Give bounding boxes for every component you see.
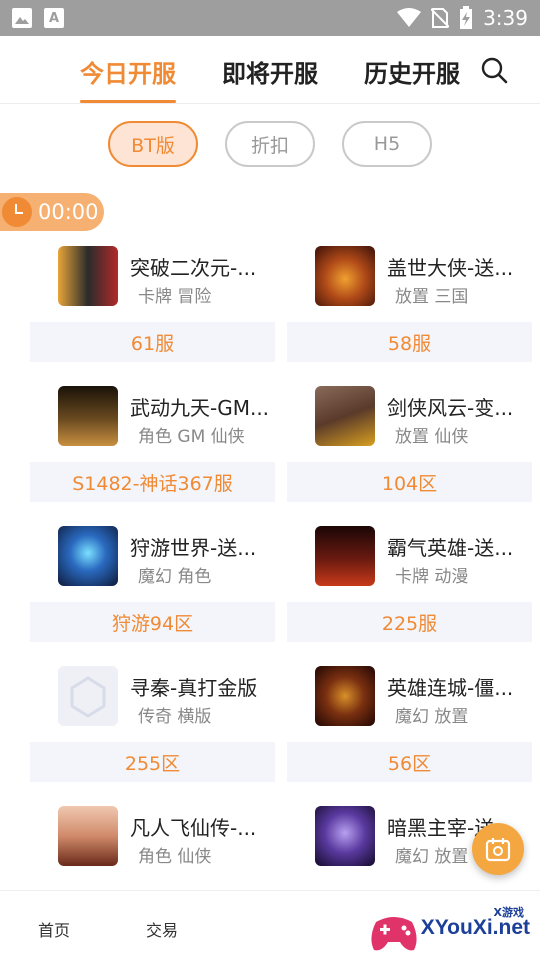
- game-name: 寻秦-真打金版: [130, 676, 258, 700]
- game-icon: [58, 246, 118, 306]
- gamepad-icon: [371, 917, 417, 951]
- game-icon: [315, 666, 375, 726]
- game-card[interactable]: 武动九天-GM... 角色 GM 仙侠 S1482-神话367服: [30, 386, 275, 506]
- server-label: S1482-神话367服: [30, 462, 275, 502]
- game-tags: 魔幻 角色: [138, 567, 212, 587]
- game-icon: [315, 806, 375, 866]
- game-card[interactable]: 突破二次元-... 卡牌 冒险 61服: [30, 246, 275, 366]
- server-label: 56区: [287, 742, 532, 782]
- game-tags: 魔幻 放置: [395, 707, 469, 727]
- game-tags: 角色 仙侠: [138, 847, 212, 867]
- game-card[interactable]: 寻秦-真打金版 传奇 横版 255区: [30, 666, 275, 786]
- filter-discount[interactable]: 折扣: [225, 121, 315, 167]
- active-tab-indicator: [80, 100, 176, 103]
- game-tags: 传奇 横版: [138, 707, 212, 727]
- clock-time: 3:39: [483, 6, 528, 30]
- game-tags: 放置 仙侠: [395, 427, 469, 447]
- game-name: 霸气英雄-送...: [387, 536, 514, 560]
- game-tags: 角色 GM 仙侠: [138, 427, 245, 447]
- image-icon: [12, 8, 32, 28]
- nav-home[interactable]: 首页: [38, 917, 70, 941]
- game-icon: [58, 526, 118, 586]
- tab-history[interactable]: 历史开服: [364, 54, 460, 89]
- game-tags: 放置 三国: [395, 287, 469, 307]
- game-icon: [58, 666, 118, 726]
- game-tags: 卡牌 冒险: [138, 287, 212, 307]
- game-card[interactable]: 盖世大侠-送... 放置 三国 58服: [287, 246, 532, 366]
- game-name: 突破二次元-...: [130, 256, 257, 280]
- tab-bar: 今日开服 即将开服 历史开服: [0, 36, 540, 104]
- game-card[interactable]: 狩游世界-送... 魔幻 角色 狩游94区: [30, 526, 275, 646]
- filter-bt[interactable]: BT版: [108, 121, 198, 167]
- game-icon: [58, 386, 118, 446]
- game-icon: [58, 806, 118, 866]
- no-sim-icon: [431, 8, 450, 28]
- server-label: 104区: [287, 462, 532, 502]
- font-icon: A: [44, 8, 64, 28]
- watermark-logo: X游戏 XYouXi.net: [362, 900, 540, 960]
- game-name: 剑侠风云-变...: [387, 396, 514, 420]
- calendar-fab[interactable]: [472, 823, 524, 875]
- game-tags: 卡牌 动漫: [395, 567, 469, 587]
- game-tags: 魔幻 放置: [395, 847, 469, 867]
- status-bar: A 3:39: [0, 0, 540, 36]
- game-card[interactable]: 英雄连城-僵... 魔幻 放置 56区: [287, 666, 532, 786]
- game-name: 武动九天-GM...: [130, 396, 270, 420]
- battery-charging-icon: [460, 6, 473, 29]
- game-name: 英雄连城-僵...: [387, 676, 514, 700]
- game-card[interactable]: 剑侠风云-变... 放置 仙侠 104区: [287, 386, 532, 506]
- game-name: 凡人飞仙传-...: [130, 816, 257, 840]
- nav-trade[interactable]: 交易: [146, 917, 178, 941]
- wifi-icon: [397, 8, 422, 27]
- server-label: 255区: [30, 742, 275, 782]
- search-icon[interactable]: [480, 56, 508, 84]
- game-name: 狩游世界-送...: [130, 536, 257, 560]
- watermark-text: XYouXi.net: [420, 916, 530, 939]
- game-card[interactable]: 霸气英雄-送... 卡牌 动漫 225服: [287, 526, 532, 646]
- tab-today[interactable]: 今日开服: [80, 54, 176, 89]
- game-icon: [315, 526, 375, 586]
- calendar-icon: [485, 838, 511, 862]
- game-name: 盖世大侠-送...: [387, 256, 514, 280]
- server-label: 58服: [287, 322, 532, 362]
- server-label: 狩游94区: [30, 602, 275, 642]
- time-badge: 00:00: [0, 193, 104, 231]
- time-badge-text: 00:00: [38, 200, 99, 224]
- server-label: 225服: [287, 602, 532, 642]
- game-icon: [315, 386, 375, 446]
- filter-h5[interactable]: H5: [342, 121, 432, 167]
- game-icon: [315, 246, 375, 306]
- server-label: 61服: [30, 322, 275, 362]
- tab-upcoming[interactable]: 即将开服: [222, 54, 318, 89]
- clock-icon: [2, 197, 32, 227]
